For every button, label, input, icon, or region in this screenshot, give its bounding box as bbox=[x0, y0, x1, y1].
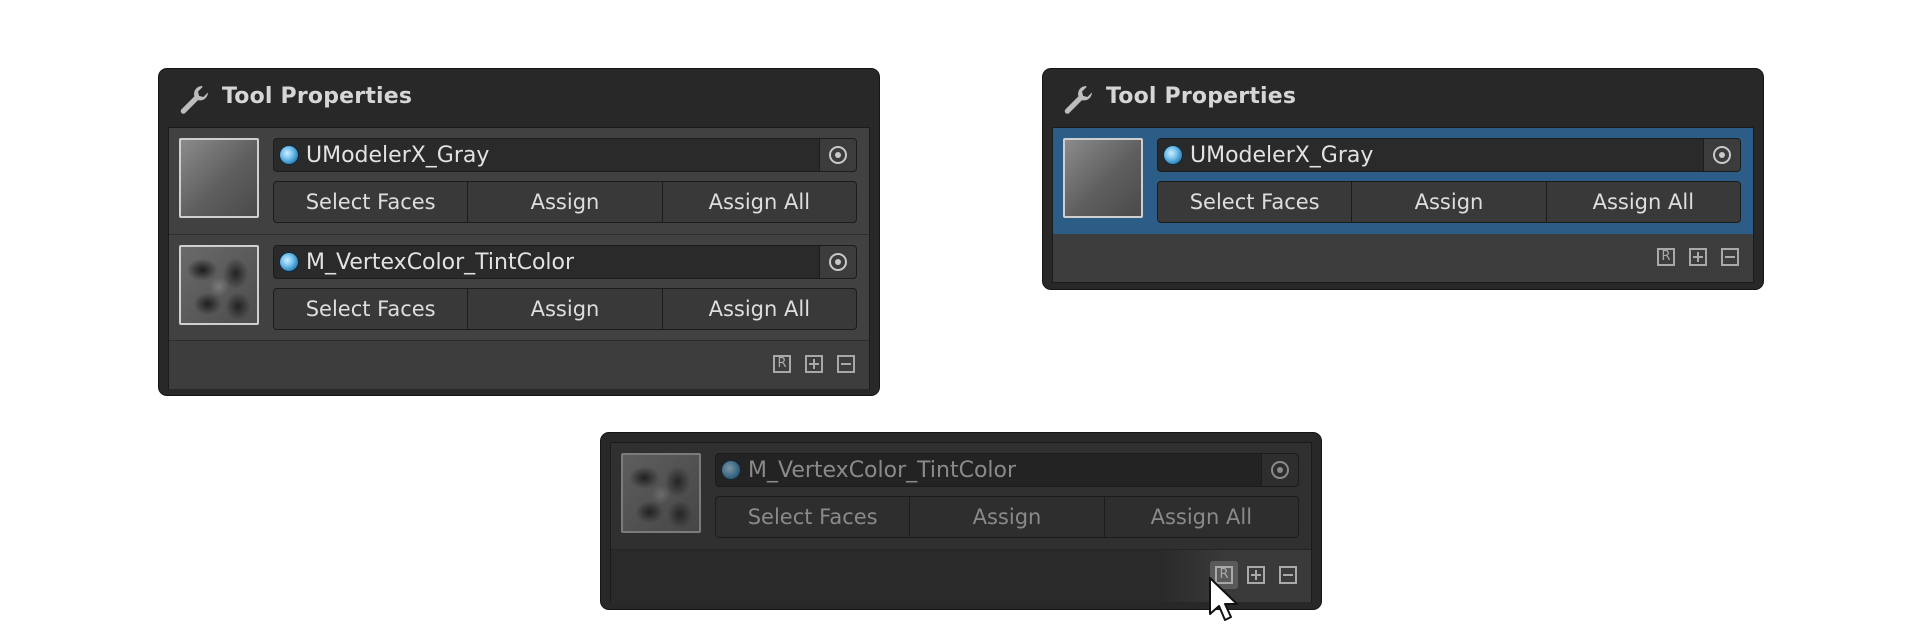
reset-icon[interactable]: R bbox=[1657, 248, 1675, 266]
material-list: M_VertexColor_TintColor Select Faces Ass… bbox=[610, 442, 1312, 602]
list-footer: R bbox=[611, 549, 1311, 602]
material-row: M_VertexColor_TintColor Select Faces Ass… bbox=[611, 443, 1311, 549]
remove-icon[interactable] bbox=[1721, 248, 1739, 266]
material-preview-thumbnail bbox=[179, 138, 259, 218]
select-faces-button[interactable]: Select Faces bbox=[1158, 182, 1352, 222]
assign-all-button[interactable]: Assign All bbox=[662, 182, 856, 222]
object-picker-button[interactable] bbox=[819, 139, 856, 171]
assign-button: Assign bbox=[910, 497, 1104, 537]
material-name: M_VertexColor_TintColor bbox=[306, 250, 575, 275]
assign-button[interactable]: Assign bbox=[1352, 182, 1546, 222]
material-object-field[interactable]: UModelerX_Gray bbox=[1157, 138, 1741, 172]
material-name: UModelerX_Gray bbox=[1190, 143, 1374, 168]
material-object-field: M_VertexColor_TintColor bbox=[715, 453, 1299, 487]
tool-properties-panel-2: Tool Properties UModelerX_Gray Select Fa… bbox=[1042, 68, 1764, 290]
material-preview-thumbnail bbox=[179, 245, 259, 325]
material-list: UModelerX_Gray Select Faces Assign Assig… bbox=[168, 127, 870, 389]
material-sphere-icon bbox=[1164, 146, 1182, 164]
material-preview-thumbnail bbox=[621, 453, 701, 533]
object-picker-icon bbox=[829, 146, 847, 164]
object-picker-icon bbox=[1713, 146, 1731, 164]
material-sphere-icon bbox=[280, 146, 298, 164]
material-actions: Select Faces Assign Assign All bbox=[1157, 181, 1741, 223]
wrench-icon bbox=[180, 86, 208, 114]
panel-title: Tool Properties bbox=[222, 84, 413, 109]
assign-all-button[interactable]: Assign All bbox=[662, 289, 856, 329]
material-list: UModelerX_Gray Select Faces Assign Assig… bbox=[1052, 127, 1754, 283]
object-picker-button bbox=[1261, 454, 1298, 486]
object-picker-button[interactable] bbox=[819, 246, 856, 278]
remove-icon[interactable] bbox=[1279, 566, 1297, 584]
object-picker-icon bbox=[1271, 461, 1289, 479]
assign-all-button[interactable]: Assign All bbox=[1546, 182, 1740, 222]
select-faces-button: Select Faces bbox=[716, 497, 910, 537]
list-footer: R bbox=[1053, 234, 1753, 282]
material-object-field[interactable]: UModelerX_Gray bbox=[273, 138, 857, 172]
tool-properties-panel-1: Tool Properties UModelerX_Gray Select Fa… bbox=[158, 68, 880, 396]
material-actions: Select Faces Assign Assign All bbox=[273, 288, 857, 330]
panel-title: Tool Properties bbox=[1106, 84, 1297, 109]
material-actions: Select Faces Assign Assign All bbox=[273, 181, 857, 223]
material-name: M_VertexColor_TintColor bbox=[748, 458, 1017, 483]
material-object-field[interactable]: M_VertexColor_TintColor bbox=[273, 245, 857, 279]
object-picker-icon bbox=[829, 253, 847, 271]
object-picker-button[interactable] bbox=[1703, 139, 1740, 171]
add-icon[interactable] bbox=[805, 355, 823, 373]
assign-all-button: Assign All bbox=[1104, 497, 1298, 537]
assign-button[interactable]: Assign bbox=[468, 289, 662, 329]
material-row-selected[interactable]: UModelerX_Gray Select Faces Assign Assig… bbox=[1053, 128, 1753, 234]
material-sphere-icon bbox=[280, 253, 298, 271]
mouse-cursor-icon bbox=[1209, 577, 1238, 621]
panel-header: Tool Properties bbox=[159, 69, 879, 129]
assign-button[interactable]: Assign bbox=[468, 182, 662, 222]
material-row[interactable]: M_VertexColor_TintColor Select Faces Ass… bbox=[169, 234, 869, 341]
material-name: UModelerX_Gray bbox=[306, 143, 490, 168]
panel-header: Tool Properties bbox=[1043, 69, 1763, 129]
list-footer: R bbox=[169, 340, 869, 389]
select-faces-button[interactable]: Select Faces bbox=[274, 289, 468, 329]
wrench-icon bbox=[1064, 86, 1092, 114]
material-row[interactable]: UModelerX_Gray Select Faces Assign Assig… bbox=[169, 128, 869, 234]
select-faces-button[interactable]: Select Faces bbox=[274, 182, 468, 222]
material-sphere-icon bbox=[722, 461, 740, 479]
add-icon[interactable] bbox=[1689, 248, 1707, 266]
reset-icon[interactable]: R bbox=[773, 355, 791, 373]
remove-icon[interactable] bbox=[837, 355, 855, 373]
material-preview-thumbnail bbox=[1063, 138, 1143, 218]
material-actions: Select Faces Assign Assign All bbox=[715, 496, 1299, 538]
add-icon[interactable] bbox=[1247, 566, 1265, 584]
